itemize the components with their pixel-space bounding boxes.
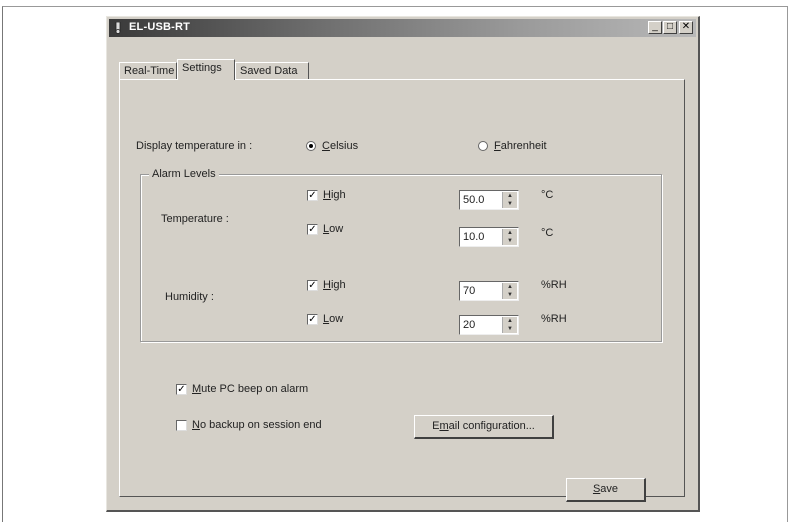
temperature-high-spinner[interactable]: 50.0 ▲ ▼ bbox=[459, 190, 519, 210]
temperature-low-label[interactable]: Low bbox=[323, 223, 343, 235]
tab-saved-data[interactable]: Saved Data bbox=[235, 62, 309, 79]
humidity-label: Humidity : bbox=[165, 291, 214, 303]
tab-settings[interactable]: Settings bbox=[177, 59, 235, 80]
humidity-high-value[interactable]: 70 bbox=[463, 285, 475, 297]
humidity-low-checkbox[interactable]: ✓ bbox=[307, 314, 318, 325]
humidity-high-spinner[interactable]: 70 ▲ ▼ bbox=[459, 281, 519, 301]
no-backup-label[interactable]: No backup on session end bbox=[192, 419, 322, 431]
fahrenheit-label[interactable]: Fahrenheit bbox=[494, 140, 547, 152]
humidity-low-value[interactable]: 20 bbox=[463, 319, 475, 331]
fahrenheit-radio[interactable] bbox=[478, 141, 488, 151]
spin-down-icon[interactable]: ▼ bbox=[503, 200, 517, 208]
celsius-radio[interactable] bbox=[306, 141, 316, 151]
spin-down-icon[interactable]: ▼ bbox=[503, 325, 517, 333]
title-bar: EL-USB-RT _ □ ✕ bbox=[109, 19, 696, 37]
no-backup-checkbox[interactable] bbox=[176, 420, 187, 431]
humidity-high-label[interactable]: High bbox=[323, 279, 346, 291]
spin-up-icon[interactable]: ▲ bbox=[503, 192, 517, 200]
humidity-low-label[interactable]: Low bbox=[323, 313, 343, 325]
alarm-levels-legend: Alarm Levels bbox=[149, 168, 219, 180]
humidity-low-spinner[interactable]: 20 ▲ ▼ bbox=[459, 315, 519, 335]
temperature-label: Temperature : bbox=[161, 213, 229, 225]
app-icon bbox=[115, 22, 121, 34]
window-title: EL-USB-RT bbox=[129, 21, 191, 33]
spin-up-icon[interactable]: ▲ bbox=[503, 229, 517, 237]
celsius-label[interactable]: Celsius bbox=[322, 140, 358, 152]
minimize-button[interactable]: _ bbox=[648, 21, 662, 34]
spin-down-icon[interactable]: ▼ bbox=[503, 237, 517, 245]
temperature-low-checkbox[interactable]: ✓ bbox=[307, 224, 318, 235]
tab-real-time[interactable]: Real-Time bbox=[119, 62, 177, 79]
spin-up-icon[interactable]: ▲ bbox=[503, 317, 517, 325]
display-temperature-label: Display temperature in : bbox=[136, 140, 253, 152]
humidity-high-spin-arrows[interactable]: ▲ ▼ bbox=[502, 283, 517, 299]
humidity-high-checkbox[interactable]: ✓ bbox=[307, 280, 318, 291]
app-window: EL-USB-RT _ □ ✕ Real-Time Settings Saved… bbox=[106, 16, 700, 512]
temperature-low-spin-arrows[interactable]: ▲ ▼ bbox=[502, 229, 517, 245]
temperature-high-checkbox[interactable]: ✓ bbox=[307, 190, 318, 201]
temperature-high-value[interactable]: 50.0 bbox=[463, 194, 484, 206]
temperature-low-unit: °C bbox=[541, 227, 554, 239]
temperature-high-unit: °C bbox=[541, 189, 554, 201]
save-button[interactable]: Save bbox=[566, 478, 646, 502]
temperature-low-value[interactable]: 10.0 bbox=[463, 231, 484, 243]
humidity-low-unit: %RH bbox=[541, 313, 567, 325]
mute-beep-label[interactable]: Mute PC beep on alarm bbox=[192, 383, 308, 395]
close-button[interactable]: ✕ bbox=[679, 21, 693, 34]
temperature-low-spinner[interactable]: 10.0 ▲ ▼ bbox=[459, 227, 519, 247]
mute-beep-checkbox[interactable]: ✓ bbox=[176, 384, 187, 395]
humidity-low-spin-arrows[interactable]: ▲ ▼ bbox=[502, 317, 517, 333]
temperature-high-spin-arrows[interactable]: ▲ ▼ bbox=[502, 192, 517, 208]
email-configuration-button[interactable]: Email configuration... bbox=[414, 415, 554, 439]
alarm-levels-group: Alarm Levels Temperature : ✓ High 50.0 ▲… bbox=[140, 168, 662, 342]
spin-down-icon[interactable]: ▼ bbox=[503, 291, 517, 299]
temperature-high-label[interactable]: High bbox=[323, 189, 346, 201]
settings-panel: Display temperature in : Celsius Fahrenh… bbox=[119, 79, 685, 502]
humidity-high-unit: %RH bbox=[541, 279, 567, 291]
maximize-button[interactable]: □ bbox=[663, 21, 677, 34]
spin-up-icon[interactable]: ▲ bbox=[503, 283, 517, 291]
